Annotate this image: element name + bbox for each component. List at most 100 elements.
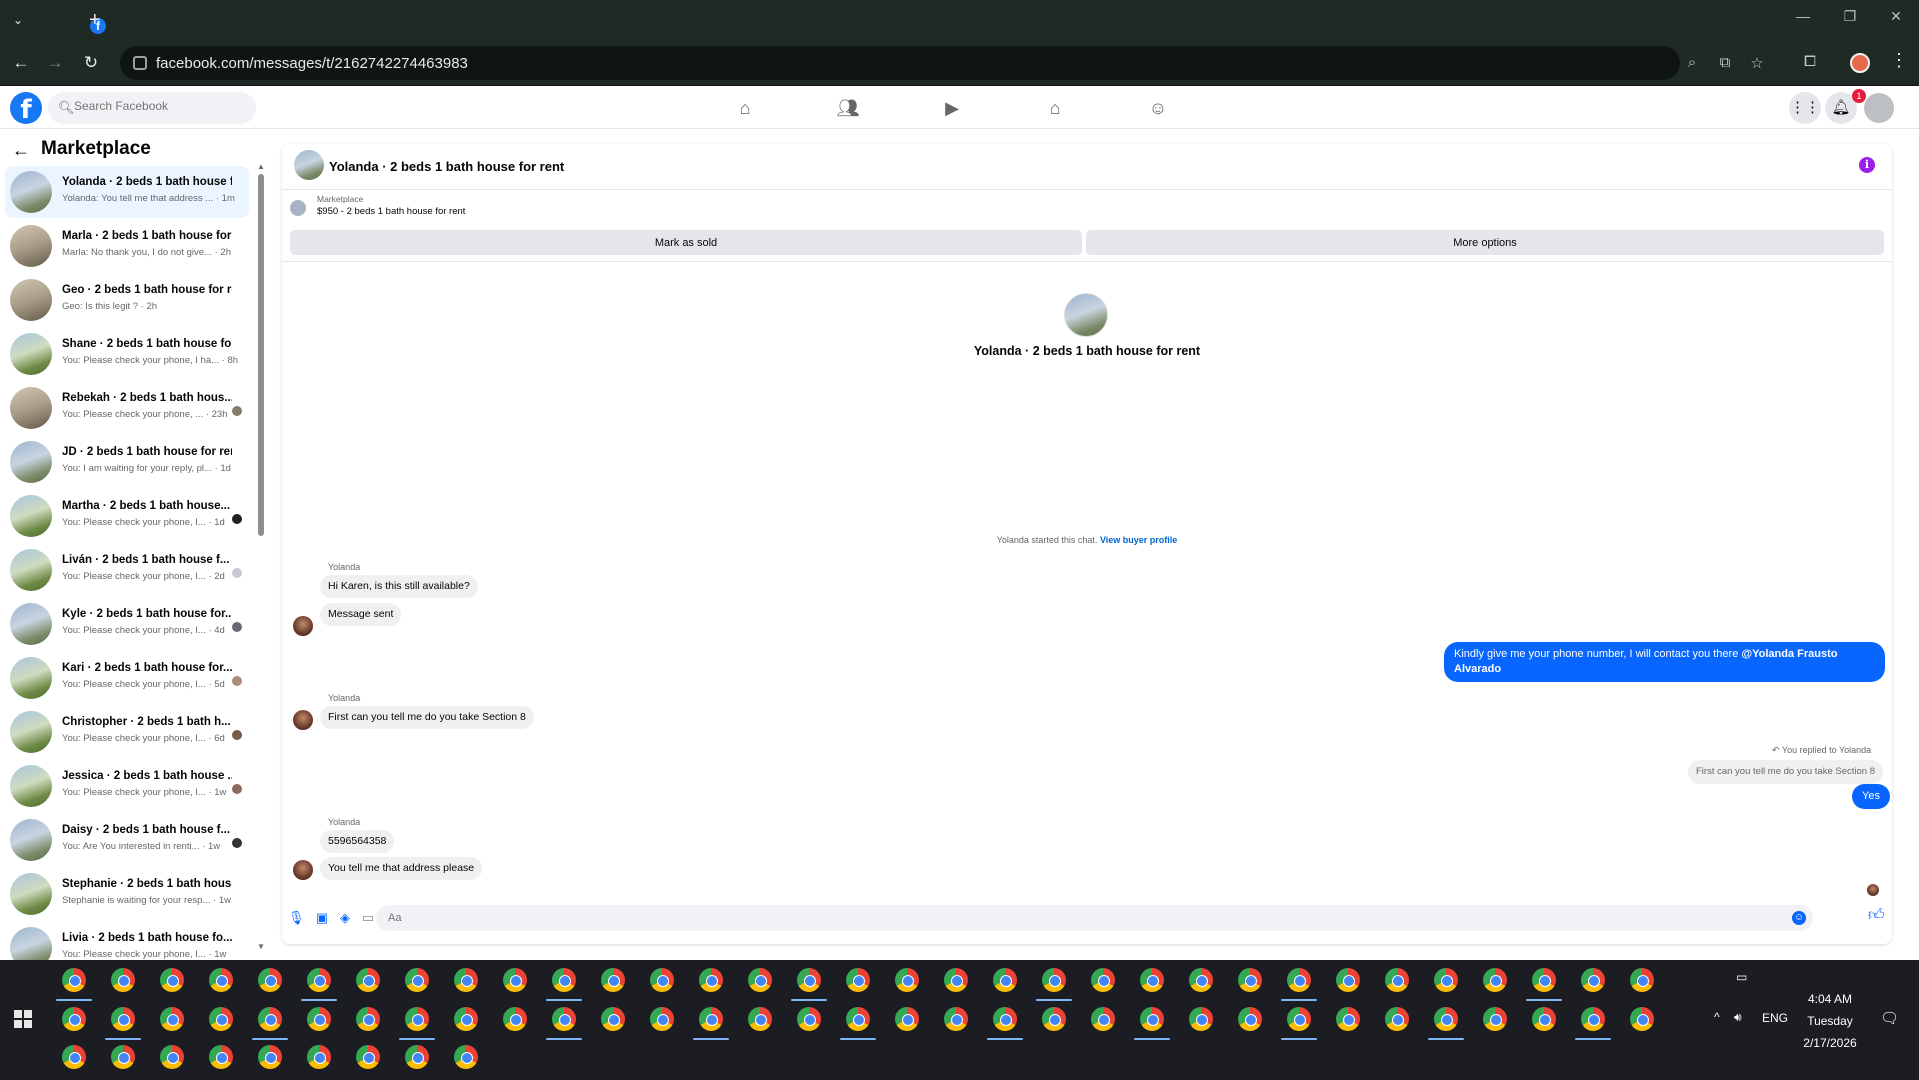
taskbar-app-icon[interactable] xyxy=(1434,1007,1458,1031)
taskbar-app-icon[interactable] xyxy=(405,1045,429,1069)
taskbar-app-icon[interactable] xyxy=(895,1007,919,1031)
bookmark-star-icon[interactable]: ☆ xyxy=(1747,54,1767,72)
back-arrow-icon[interactable]: ← xyxy=(12,140,30,161)
marketplace-icon[interactable]: ⌂ xyxy=(1043,96,1067,120)
volume-icon[interactable]: 🔊︎ xyxy=(1734,1010,1742,1025)
taskbar-app-icon[interactable] xyxy=(944,968,968,992)
restore-icon[interactable]: ❐ xyxy=(1830,8,1870,25)
search-bar[interactable]: 🔍︎ xyxy=(48,92,256,124)
taskbar-app-icon[interactable] xyxy=(454,1045,478,1069)
message-input[interactable] xyxy=(376,905,1813,931)
info-icon[interactable]: i xyxy=(1859,157,1875,173)
taskbar-app-icon[interactable] xyxy=(1091,968,1115,992)
conversation-item[interactable]: Livia · 2 beds 1 bath house fo... You: P… xyxy=(5,922,249,960)
taskbar-app-icon[interactable] xyxy=(405,968,429,992)
taskbar-app-icon[interactable] xyxy=(993,1007,1017,1031)
taskbar-app-icon[interactable] xyxy=(1385,968,1409,992)
taskbar-app-icon[interactable] xyxy=(454,968,478,992)
conversation-item[interactable]: Daisy · 2 beds 1 bath house f... You: Ar… xyxy=(5,814,249,866)
browser-tab-facebook[interactable]: f xyxy=(40,6,106,34)
taskbar-app-icon[interactable] xyxy=(62,968,86,992)
taskbar-app-icon[interactable] xyxy=(160,1007,184,1031)
gif-icon[interactable]: ▭ xyxy=(360,910,376,926)
facebook-logo[interactable]: f xyxy=(10,92,42,125)
new-tab-icon[interactable]: + xyxy=(89,8,101,32)
conversation-item[interactable]: Liván · 2 beds 1 bath house f... You: Pl… xyxy=(5,544,249,596)
taskbar-app-icon[interactable] xyxy=(1042,968,1066,992)
browser-menu-icon[interactable]: ⋮ xyxy=(1890,50,1908,71)
language-indicator[interactable]: ENG xyxy=(1762,1011,1788,1025)
incoming-message[interactable]: Hi Karen, is this still available? xyxy=(320,575,478,598)
listing-thumbnail[interactable] xyxy=(290,200,306,216)
taskbar-app-icon[interactable] xyxy=(160,1045,184,1069)
scroll-up-icon[interactable]: ▲ xyxy=(257,162,265,171)
taskbar-app-icon[interactable] xyxy=(307,1007,331,1031)
taskbar-app-icon[interactable] xyxy=(895,968,919,992)
taskbar-app-icon[interactable] xyxy=(650,1007,674,1031)
sender-avatar[interactable] xyxy=(293,710,313,730)
taskbar-app-icon[interactable] xyxy=(1483,1007,1507,1031)
extensions-icon[interactable]: ⧠ xyxy=(1800,53,1820,70)
listing-title[interactable]: $950 - 2 beds 1 bath house for rent xyxy=(317,206,465,217)
taskbar-app-icon[interactable] xyxy=(1189,1007,1213,1031)
taskbar-app-icon[interactable] xyxy=(111,1045,135,1069)
like-thumb-icon[interactable]: 👍︎ xyxy=(1868,908,1885,924)
zoom-icon[interactable]: ⌕ xyxy=(1682,54,1702,71)
conversation-item[interactable]: Yolanda · 2 beds 1 bath house f... Yolan… xyxy=(5,166,249,218)
chat-title[interactable]: Yolanda · 2 beds 1 bath house for rent xyxy=(329,159,564,174)
taskbar-app-icon[interactable] xyxy=(1385,1007,1409,1031)
taskbar-app-icon[interactable] xyxy=(405,1007,429,1031)
photo-icon[interactable]: ▣ xyxy=(314,910,330,926)
microphone-icon[interactable]: 🎙︎ xyxy=(288,910,305,926)
taskbar-app-icon[interactable] xyxy=(797,968,821,992)
chat-avatar[interactable] xyxy=(294,150,324,180)
taskbar-app-icon[interactable] xyxy=(1336,968,1360,992)
site-info-icon[interactable] xyxy=(133,56,147,70)
taskbar-app-icon[interactable] xyxy=(846,968,870,992)
back-icon[interactable]: ← xyxy=(10,52,32,74)
taskbar-app-icon[interactable] xyxy=(552,968,576,992)
mark-as-sold-button[interactable]: Mark as sold xyxy=(290,230,1082,255)
taskbar-app-icon[interactable] xyxy=(1091,1007,1115,1031)
home-icon[interactable]: ⌂ xyxy=(733,96,757,120)
taskbar-app-icon[interactable] xyxy=(846,1007,870,1031)
conversation-item[interactable]: Kyle · 2 beds 1 bath house for... You: P… xyxy=(5,598,249,650)
conversation-item[interactable]: Stephanie · 2 beds 1 bath house... Steph… xyxy=(5,868,249,920)
system-clock[interactable]: 4:04 AM Tuesday 2/17/2026 xyxy=(1790,988,1870,1054)
incoming-message[interactable]: 5596564358 xyxy=(320,830,395,853)
scroll-down-icon[interactable]: ▼ xyxy=(257,942,265,951)
taskbar-app-icon[interactable] xyxy=(1042,1007,1066,1031)
emoji-icon[interactable]: ☺ xyxy=(1792,911,1806,925)
taskbar-app-icon[interactable] xyxy=(699,968,723,992)
account-avatar[interactable] xyxy=(1864,93,1894,123)
taskbar-app-icon[interactable] xyxy=(1189,968,1213,992)
taskbar-app-icon[interactable] xyxy=(1238,968,1262,992)
taskbar-app-icon[interactable] xyxy=(454,1007,478,1031)
taskbar-app-icon[interactable] xyxy=(1630,968,1654,992)
taskbar-app-icon[interactable] xyxy=(160,968,184,992)
incoming-message[interactable]: Message sent xyxy=(320,603,402,626)
taskbar-app-icon[interactable] xyxy=(1581,968,1605,992)
taskbar-app-icon[interactable] xyxy=(62,1007,86,1031)
taskbar-app-icon[interactable] xyxy=(650,968,674,992)
outgoing-message[interactable]: Yes xyxy=(1852,784,1890,809)
taskbar-app-icon[interactable] xyxy=(307,968,331,992)
taskbar-app-icon[interactable] xyxy=(993,968,1017,992)
taskbar-app-icon[interactable] xyxy=(111,1007,135,1031)
more-options-button[interactable]: More options xyxy=(1086,230,1884,255)
taskbar-app-icon[interactable] xyxy=(1532,1007,1556,1031)
sidebar-scrollbar[interactable]: ▲ ▼ xyxy=(257,162,265,951)
taskbar-app-icon[interactable] xyxy=(503,968,527,992)
conversation-item[interactable]: Marla · 2 beds 1 bath house for ... Marl… xyxy=(5,220,249,272)
taskbar-app-icon[interactable] xyxy=(1287,1007,1311,1031)
close-window-icon[interactable]: ✕ xyxy=(1876,8,1916,25)
taskbar-app-icon[interactable] xyxy=(209,1007,233,1031)
taskbar-app-icon[interactable] xyxy=(1630,1007,1654,1031)
taskbar-app-icon[interactable] xyxy=(258,968,282,992)
taskbar-app-icon[interactable] xyxy=(1336,1007,1360,1031)
taskbar-app-icon[interactable] xyxy=(1581,1007,1605,1031)
conversation-item[interactable]: Kari · 2 beds 1 bath house for... You: P… xyxy=(5,652,249,704)
taskbar-app-icon[interactable] xyxy=(699,1007,723,1031)
taskbar-app-icon[interactable] xyxy=(1287,968,1311,992)
taskbar-app-icon[interactable] xyxy=(111,968,135,992)
